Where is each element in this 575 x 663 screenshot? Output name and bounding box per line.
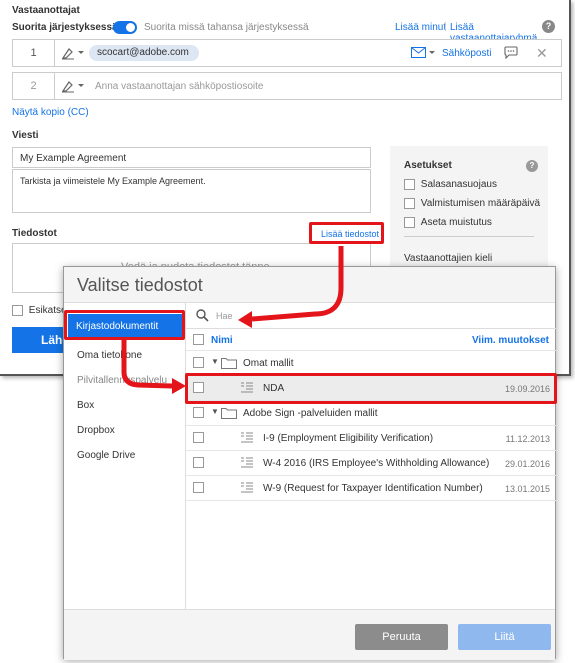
arrowhead (172, 378, 186, 394)
arrow-to-library (251, 246, 344, 322)
annotation-arrows (121, 246, 344, 394)
arrowhead (238, 311, 252, 328)
arrow-to-nda (121, 340, 173, 389)
